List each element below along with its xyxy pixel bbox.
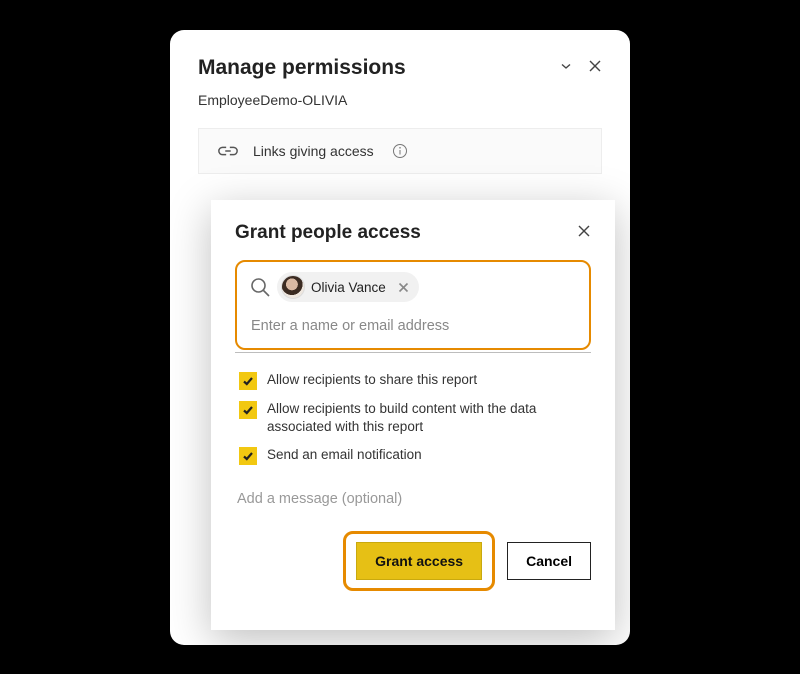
email-notify-row[interactable]: Send an email notification <box>235 446 591 465</box>
message-input[interactable] <box>235 481 591 511</box>
email-notify-label: Send an email notification <box>267 446 422 464</box>
panel-header: Manage permissions <box>198 56 602 80</box>
allow-share-row[interactable]: Allow recipients to share this report <box>235 371 591 390</box>
allow-build-row[interactable]: Allow recipients to build content with t… <box>235 400 591 436</box>
links-giving-access-row[interactable]: Links giving access <box>198 128 602 174</box>
check-icon <box>242 450 254 462</box>
checkbox-allow-build[interactable] <box>239 401 257 419</box>
people-picker-highlight: Olivia Vance <box>235 260 591 350</box>
dialog-header: Grant people access <box>235 222 591 244</box>
panel-header-actions <box>560 59 602 78</box>
people-search-input[interactable] <box>249 316 577 338</box>
cancel-button[interactable]: Cancel <box>507 542 591 580</box>
chevron-down-icon <box>560 60 572 72</box>
grant-access-button[interactable]: Grant access <box>356 542 482 580</box>
grant-access-dialog: Grant people access Olivia Vance Allow r… <box>211 200 615 630</box>
check-icon <box>242 404 254 416</box>
link-icon <box>217 144 239 158</box>
expand-button[interactable] <box>560 59 572 77</box>
input-underline <box>235 352 591 353</box>
search-icon <box>249 276 271 298</box>
panel-title: Manage permissions <box>198 56 406 80</box>
dialog-button-row: Grant access Cancel <box>235 531 591 591</box>
close-dialog-button[interactable] <box>577 224 591 243</box>
person-chip[interactable]: Olivia Vance <box>277 272 419 302</box>
person-chip-name: Olivia Vance <box>311 280 386 295</box>
close-icon <box>577 224 591 238</box>
links-giving-access-label: Links giving access <box>253 143 374 159</box>
checkbox-email-notify[interactable] <box>239 447 257 465</box>
info-icon[interactable] <box>392 143 408 159</box>
close-icon <box>588 59 602 73</box>
avatar <box>281 275 305 299</box>
allow-share-label: Allow recipients to share this report <box>267 371 477 389</box>
people-picker-row[interactable]: Olivia Vance <box>249 272 577 302</box>
dialog-title: Grant people access <box>235 222 421 244</box>
panel-subtitle: EmployeeDemo-OLIVIA <box>198 92 602 108</box>
remove-person-icon[interactable] <box>398 282 409 293</box>
close-panel-button[interactable] <box>588 59 602 78</box>
allow-build-label: Allow recipients to build content with t… <box>267 400 591 436</box>
grant-button-highlight: Grant access <box>343 531 495 591</box>
checkbox-allow-share[interactable] <box>239 372 257 390</box>
check-icon <box>242 375 254 387</box>
